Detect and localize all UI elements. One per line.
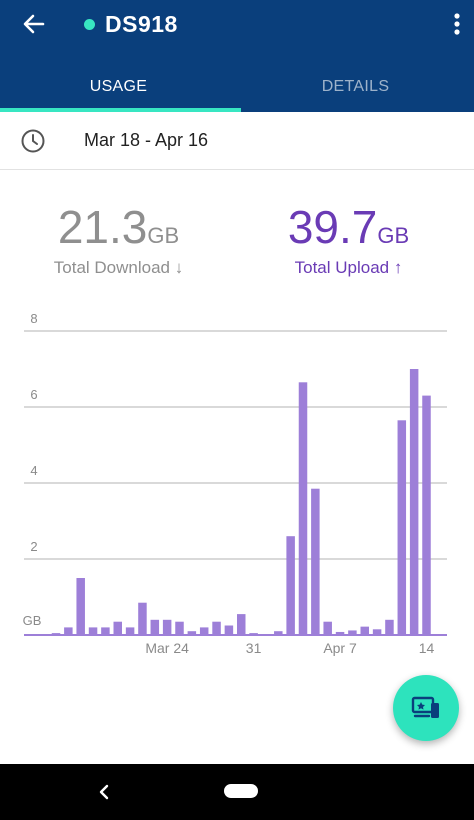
usage-bar bbox=[199, 627, 209, 635]
y-tick-label: 4 bbox=[30, 463, 37, 478]
download-unit: GB bbox=[147, 223, 180, 248]
date-range-label: Mar 18 - Apr 16 bbox=[84, 130, 209, 150]
online-status-dot bbox=[84, 18, 95, 30]
x-tick-label: Mar 24 bbox=[145, 640, 189, 656]
clock-icon bbox=[21, 129, 45, 153]
tab-usage[interactable]: USAGE bbox=[0, 62, 237, 112]
y-tick-label: 6 bbox=[30, 387, 37, 402]
upload-label: Total Upload ↑ bbox=[294, 258, 403, 277]
more-vertical-icon bbox=[454, 13, 460, 35]
usage-bar bbox=[113, 621, 122, 635]
y-axis-unit-label: GB bbox=[23, 613, 42, 628]
usage-bar bbox=[409, 369, 419, 635]
usage-bar bbox=[162, 619, 172, 635]
title-group: DS918 bbox=[84, 10, 178, 38]
usage-bar bbox=[360, 626, 369, 635]
download-value-line: 21.3GB bbox=[0, 200, 237, 254]
upload-unit: GB bbox=[377, 223, 410, 248]
usage-bar bbox=[125, 627, 135, 635]
cast-devices-fab[interactable] bbox=[393, 675, 459, 741]
x-tick-label: 31 bbox=[246, 640, 262, 656]
upload-value: 39.7 bbox=[287, 201, 378, 253]
y-tick-label: 8 bbox=[30, 311, 37, 326]
usage-bar bbox=[397, 420, 407, 635]
upload-value-line: 39.7GB bbox=[230, 200, 467, 254]
tab-details[interactable]: DETAILS bbox=[237, 62, 474, 112]
usage-bar bbox=[64, 627, 73, 635]
usage-bar bbox=[323, 621, 332, 635]
chevron-left-icon bbox=[99, 784, 109, 800]
usage-bar bbox=[138, 602, 147, 635]
usage-bar bbox=[101, 627, 110, 635]
y-tick-label: 2 bbox=[30, 539, 37, 554]
usage-bar bbox=[224, 625, 234, 635]
download-label: Total Download ↓ bbox=[53, 258, 184, 277]
arrow-left-icon bbox=[23, 14, 45, 34]
back-button[interactable] bbox=[14, 8, 54, 40]
devices-cast-icon bbox=[411, 696, 439, 718]
x-tick-label: Apr 7 bbox=[323, 640, 357, 656]
home-pill-icon[interactable] bbox=[224, 784, 258, 798]
usage-bar bbox=[286, 536, 295, 635]
system-back-button[interactable] bbox=[92, 780, 116, 804]
usage-bar bbox=[212, 621, 221, 635]
app-bar: DS918 USAGE DETAILS bbox=[0, 0, 474, 112]
usage-bar bbox=[175, 621, 184, 635]
download-value: 21.3 bbox=[57, 201, 148, 253]
download-stat: 21.3GB Total Download ↓ bbox=[0, 200, 237, 278]
device-title: DS918 bbox=[105, 10, 178, 37]
usage-bar bbox=[237, 614, 246, 635]
upload-stat: 39.7GB Total Upload ↑ bbox=[230, 200, 467, 278]
usage-bar bbox=[422, 395, 431, 635]
date-range-selector[interactable]: Mar 18 - Apr 16 bbox=[0, 112, 474, 170]
usage-bar bbox=[150, 619, 160, 635]
usage-bar bbox=[311, 488, 320, 635]
usage-bar-chart: 2 4 6 8 GB Mar 24 31 Apr 7 14 bbox=[23, 311, 447, 656]
more-options-button[interactable] bbox=[442, 8, 472, 40]
usage-bar bbox=[385, 619, 394, 635]
usage-bar bbox=[88, 627, 98, 635]
x-tick-label: 14 bbox=[419, 640, 435, 656]
usage-bar bbox=[298, 382, 308, 635]
usage-bar bbox=[76, 578, 85, 635]
